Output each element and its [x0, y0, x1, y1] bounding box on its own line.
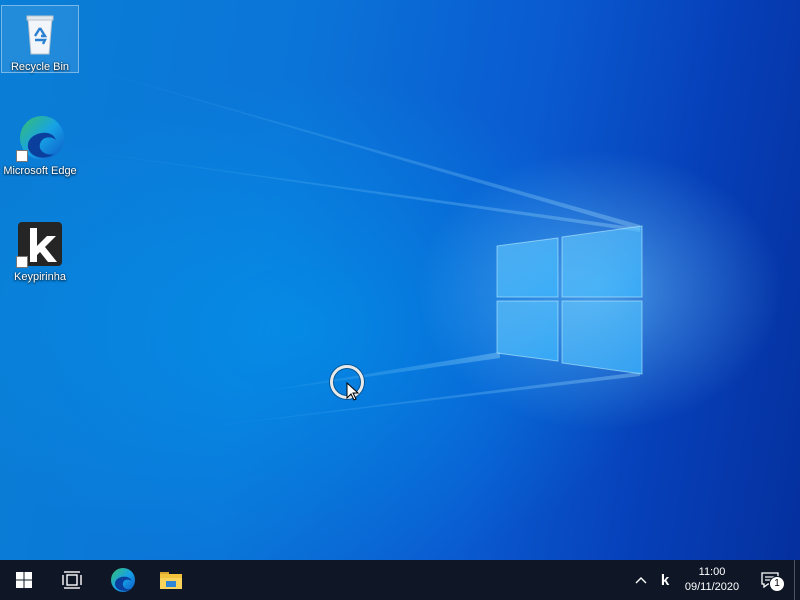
wallpaper-art	[40, 60, 643, 430]
recycle-bin-label: Recycle Bin	[10, 61, 70, 73]
chevron-up-icon	[635, 577, 647, 584]
microsoft-edge-label: Microsoft Edge	[3, 165, 77, 177]
file-explorer-taskbar-button[interactable]	[147, 560, 195, 600]
clock-date: 09/11/2020	[684, 581, 740, 593]
recycle-bin-icon	[16, 10, 64, 58]
keypirinha-icon	[16, 220, 64, 268]
keypirinha-tray-icon[interactable]: k	[654, 560, 676, 600]
mouse-pointer-icon	[346, 382, 360, 401]
desktop-icon-microsoft-edge[interactable]: Microsoft Edge	[2, 110, 78, 194]
task-view-button[interactable]	[48, 560, 96, 600]
show-desktop-button[interactable]	[794, 560, 800, 600]
taskbar: k 11:00 09/11/2020 1	[0, 560, 800, 600]
notification-count-badge: 1	[769, 576, 785, 592]
task-view-icon	[62, 571, 82, 589]
keypirinha-label: Keypirinha	[14, 271, 66, 283]
edge-icon	[111, 568, 135, 592]
start-button[interactable]	[0, 560, 48, 600]
edge-icon	[16, 114, 64, 162]
desktop-icon-recycle-bin[interactable]: Recycle Bin	[1, 5, 79, 73]
taskbar-clock[interactable]: 11:00 09/11/2020	[676, 560, 748, 600]
windows-logo-icon	[16, 572, 32, 588]
clock-time: 11:00	[698, 566, 726, 578]
desktop-background[interactable]: Recycle Bin Microsoft Edge Keypirinha	[0, 0, 800, 560]
desktop-icon-keypirinha[interactable]: Keypirinha	[2, 216, 78, 288]
shortcut-arrow-icon	[16, 256, 28, 268]
edge-taskbar-button[interactable]	[99, 560, 147, 600]
action-center-button[interactable]: 1	[752, 560, 788, 600]
shortcut-arrow-icon	[16, 150, 28, 162]
file-explorer-icon	[160, 572, 182, 589]
keypirinha-tray-glyph: k	[660, 571, 670, 589]
show-hidden-icons-button[interactable]	[630, 560, 652, 600]
